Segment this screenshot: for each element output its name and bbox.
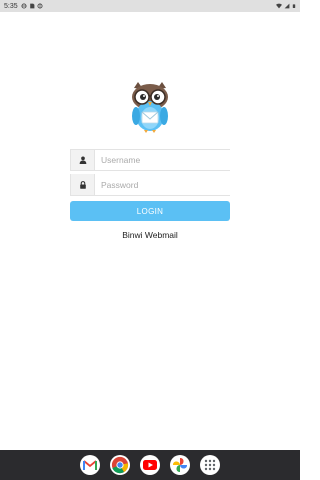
lock-icon	[79, 180, 86, 189]
status-time: 5:35	[4, 2, 18, 10]
password-input[interactable]	[95, 174, 230, 195]
sim-icon	[29, 3, 35, 9]
status-left-icons	[21, 3, 43, 9]
login-screen: 5:35 Username LOGIN Binwi Webmail	[0, 0, 300, 480]
username-field	[70, 149, 230, 171]
status-right-icons	[276, 3, 296, 9]
password-icon-box	[70, 174, 95, 195]
owl-mail-logo	[132, 82, 168, 133]
vpn-icon	[37, 3, 43, 9]
username-input[interactable]	[95, 150, 230, 170]
app-drawer-icon[interactable]	[200, 455, 220, 475]
username-icon-box	[70, 150, 95, 170]
status-bar: 5:35	[0, 0, 300, 12]
gmail-icon[interactable]	[80, 455, 100, 475]
vpn-icon	[21, 3, 27, 9]
photos-icon[interactable]	[170, 455, 190, 475]
password-field	[70, 174, 230, 196]
signal-icon	[284, 3, 290, 9]
wifi-icon	[276, 3, 282, 9]
app-dock	[0, 450, 300, 480]
battery-icon	[292, 4, 296, 8]
youtube-icon[interactable]	[140, 455, 160, 475]
app-name: Binwi Webmail	[122, 230, 178, 240]
login-button[interactable]: LOGIN	[70, 201, 230, 221]
user-icon	[79, 156, 86, 164]
chrome-icon[interactable]	[110, 455, 130, 475]
